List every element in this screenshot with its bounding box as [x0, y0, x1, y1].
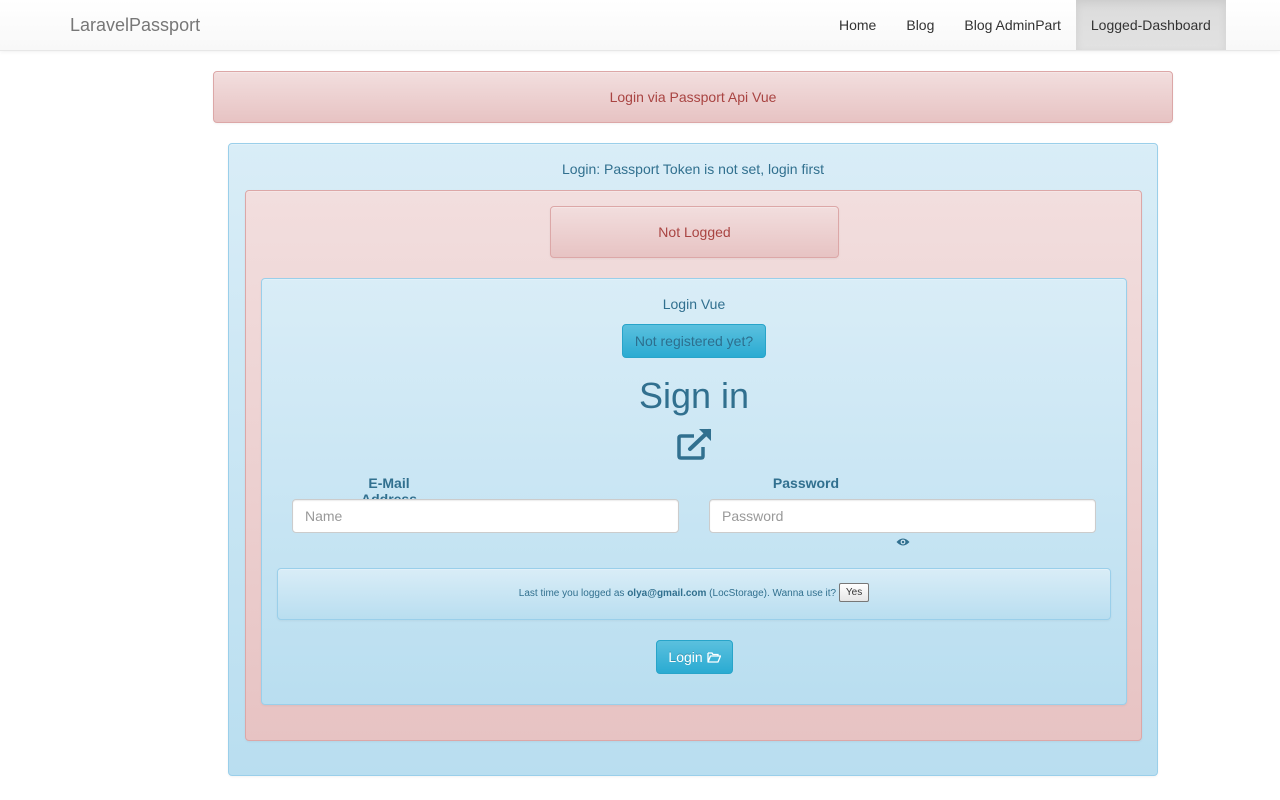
navbar-brand[interactable]: LaravelPassport [70, 15, 200, 36]
storage-notice-suffix: (LocStorage). Wanna use it? [706, 588, 837, 599]
email-field[interactable] [292, 499, 679, 533]
login-vue-form: Login Vue Not registered yet? Sign in E-… [261, 278, 1127, 705]
token-status-title: Login: Passport Token is not set, login … [562, 161, 824, 177]
navbar-nav: Home Blog Blog AdminPart Logged-Dashboar… [824, 0, 1226, 50]
storage-notice-prefix: Last time you logged as [518, 588, 628, 599]
stored-email: olya@gmail.com [627, 588, 707, 599]
login-panel: Login: Passport Token is not set, login … [228, 143, 1158, 776]
sign-in-heading: Sign in [638, 375, 750, 416]
not-logged-container: Not Logged Login Vue Not registered yet?… [245, 190, 1142, 741]
nav-item-blog[interactable]: Blog [891, 0, 949, 50]
login-vue-title: Login Vue [662, 296, 726, 312]
password-label: Password [772, 475, 840, 491]
eye-icon[interactable] [896, 537, 910, 547]
nav-item-logged-dashboard[interactable]: Logged-Dashboard [1075, 0, 1226, 50]
password-field[interactable] [709, 499, 1096, 533]
use-stored-email-yes-button[interactable]: Yes [838, 582, 870, 602]
folder-open-icon [706, 652, 721, 663]
nav-item-blog-adminpart[interactable]: Blog AdminPart [949, 0, 1076, 50]
navbar: LaravelPassport Home Blog Blog AdminPart… [0, 0, 1280, 51]
external-link-icon [677, 429, 711, 460]
login-button[interactable]: Login [656, 640, 733, 674]
nav-item-home[interactable]: Home [824, 0, 891, 50]
not-registered-button[interactable]: Not registered yet? [622, 324, 766, 358]
passport-api-alert: Login via Passport Api Vue [213, 71, 1173, 123]
not-logged-badge: Not Logged [550, 206, 839, 258]
local-storage-notice: Last time you logged as olya@gmail.com (… [277, 568, 1111, 620]
login-button-label: Login [668, 649, 703, 665]
